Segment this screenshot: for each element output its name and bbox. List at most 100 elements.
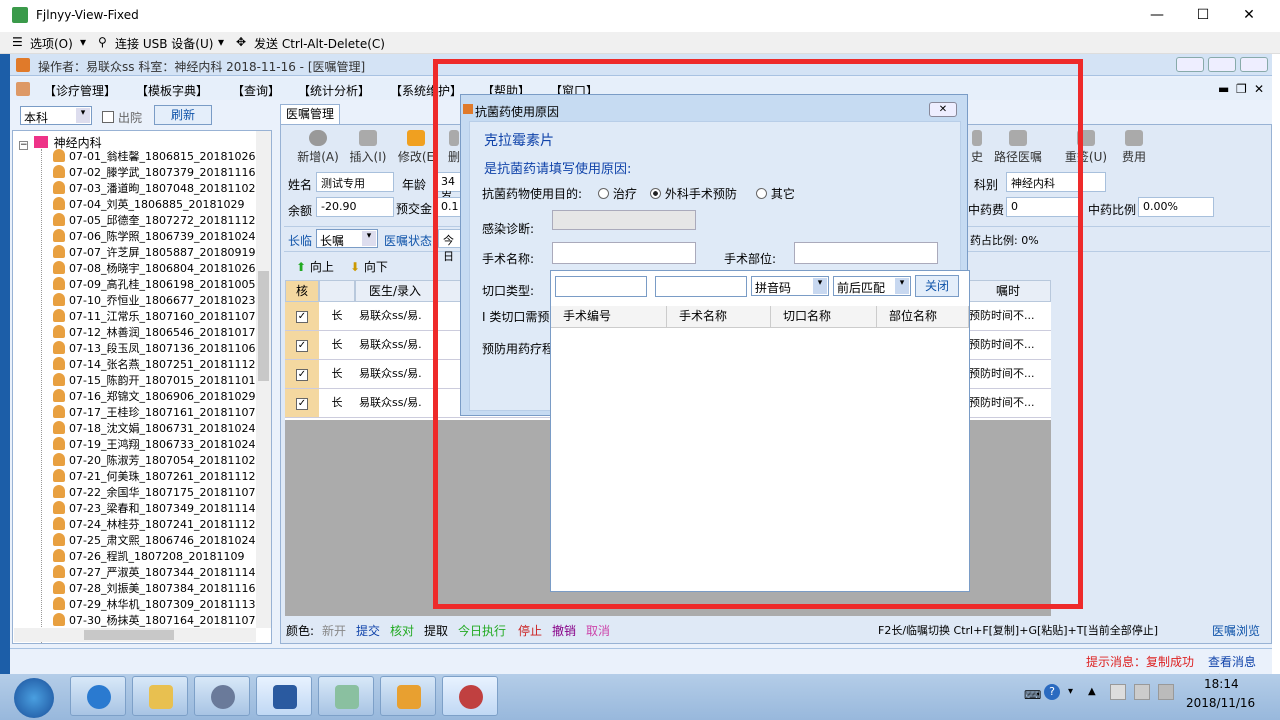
patient-item[interactable]: 07-21_何美珠_1807261_20181112 <box>53 469 255 485</box>
taskbar-his-app[interactable] <box>442 676 498 716</box>
tab-orders[interactable]: 医嘱管理 <box>280 104 340 124</box>
action-center-icon[interactable] <box>1110 684 1126 700</box>
patient-item[interactable]: 07-23_梁春和_1807349_20181114 <box>53 501 255 517</box>
row-checkbox[interactable]: ✓ <box>296 398 308 410</box>
row-checkbox[interactable]: ✓ <box>296 311 308 323</box>
keyboard-icon[interactable]: ⌨ <box>1024 688 1041 702</box>
patient-item[interactable]: 07-28_刘振美_1807384_20181116 <box>53 581 255 597</box>
insert-button[interactable]: 插入(I) <box>348 130 388 165</box>
patient-item[interactable]: 07-04_刘英_1806885_20181029 <box>53 197 244 213</box>
menubar-min-icon[interactable]: ▬ <box>1218 82 1229 96</box>
patient-item[interactable]: 07-07_许芝屏_1805887_20180919 <box>53 245 255 261</box>
taskbar-compass[interactable] <box>194 676 250 716</box>
help-icon[interactable]: ? <box>1044 684 1060 700</box>
usb-dropdown-icon[interactable]: ▾ <box>218 35 224 49</box>
menu-templates[interactable]: 【模板字典】 <box>136 82 208 99</box>
network-icon[interactable] <box>1134 684 1150 700</box>
move-up-label: 向上 <box>309 260 334 274</box>
tree-vertical-scrollbar[interactable] <box>256 131 271 628</box>
dept-combo[interactable]: 本科 ▾ <box>20 106 92 125</box>
maximize-button[interactable]: ☐ <box>1180 0 1226 30</box>
patient-item[interactable]: 07-08_杨晓宇_1806804_20181026 <box>53 261 255 277</box>
taskbar-sql-query[interactable] <box>256 676 312 716</box>
menubar-close-icon[interactable]: ✕ <box>1254 82 1264 96</box>
cad-menu[interactable]: 发送 Ctrl-Alt-Delete(C) <box>254 35 385 52</box>
balance-field[interactable]: -20.90 <box>316 197 394 217</box>
taskbar-explorer[interactable] <box>132 676 188 716</box>
modify-label: 修改(E <box>397 150 435 164</box>
options-dropdown-icon[interactable]: ▾ <box>80 35 86 49</box>
patient-item[interactable]: 07-20_陈淑芳_1807054_20181102 <box>53 453 255 469</box>
patient-item[interactable]: 07-05_邱德奎_1807272_20181112 <box>53 213 255 229</box>
clock-time[interactable]: 18:14 <box>1204 677 1239 691</box>
header-check[interactable]: 核 <box>285 280 319 302</box>
patient-item[interactable]: 07-15_陈韵开_1807015_20181101 <box>53 373 255 389</box>
patient-item[interactable]: 07-16_郑锦文_1806906_20181029 <box>53 389 255 405</box>
menu-diagnosis[interactable]: 【诊疗管理】 <box>44 82 116 99</box>
patient-item[interactable]: 07-10_乔恒业_1806677_20181023 <box>53 293 255 309</box>
taskbar-ie[interactable] <box>70 676 126 716</box>
modify-button[interactable]: 修改(E <box>396 130 436 165</box>
header-doctor[interactable]: 医生/录入 <box>355 280 435 302</box>
clock-date[interactable]: 2018/11/16 <box>1186 696 1255 710</box>
discharge-checkbox[interactable] <box>102 111 114 123</box>
row-doctor: 易联众ss/易. <box>355 331 435 360</box>
scrollbar-thumb[interactable] <box>258 271 269 381</box>
header-type[interactable] <box>319 280 355 302</box>
patient-item[interactable]: 07-17_王桂珍_1807161_20181107 <box>53 405 255 421</box>
patient-item[interactable]: 07-01_翁桂馨_1806815_20181026 <box>53 149 255 165</box>
mdi-restore-button[interactable] <box>1208 57 1236 72</box>
menubar-restore-icon[interactable]: ❐ <box>1236 82 1247 96</box>
patient-item[interactable]: 07-06_陈学照_1806739_20181024 <box>53 229 255 245</box>
refresh-button[interactable]: 刷新 <box>154 105 212 125</box>
move-up-button[interactable]: ⬆ 向上 <box>296 258 334 275</box>
mdi-min-button[interactable] <box>1176 57 1204 72</box>
tray-expand-icon[interactable]: ▲ <box>1088 686 1096 697</box>
patient-item[interactable]: 07-29_林华机_1807309_20181113 <box>53 597 255 613</box>
name-field[interactable]: 测试专用 <box>316 172 394 192</box>
orders-browse-link[interactable]: 医嘱浏览 <box>1212 622 1260 639</box>
volume-icon[interactable] <box>1158 684 1174 700</box>
menu-icon[interactable]: ☰ <box>12 35 23 49</box>
doctor-icon <box>459 685 483 709</box>
mdi-close-button[interactable] <box>1240 57 1268 72</box>
patient-item[interactable]: 07-13_段玉凤_1807136_20181106 <box>53 341 255 357</box>
patient-item[interactable]: 07-30_杨抹英_1807164_20181107 <box>53 613 255 629</box>
type-combo[interactable]: 长嘱 ▾ <box>316 229 378 248</box>
patient-item[interactable]: 07-09_高孔桂_1806198_20181005 <box>53 277 255 293</box>
collapse-icon[interactable]: − <box>19 141 28 150</box>
row-checkbox[interactable]: ✓ <box>296 369 308 381</box>
taskbar-image-viewer[interactable] <box>318 676 374 716</box>
tray-dropdown-icon[interactable]: ▾ <box>1068 686 1073 697</box>
taskbar-sql-server[interactable] <box>380 676 436 716</box>
patient-item[interactable]: 07-18_沈文娟_1806731_20181024 <box>53 421 255 437</box>
row-checkbox[interactable]: ✓ <box>296 340 308 352</box>
patient-item[interactable]: 07-11_江常乐_1807160_20181107 <box>53 309 255 325</box>
tree-horizontal-scrollbar[interactable] <box>14 628 256 642</box>
patient-item[interactable]: 07-22_余国华_1807175_20181107 <box>53 485 255 501</box>
patient-item[interactable]: 07-12_林善润_1806546_20181017 <box>53 325 255 341</box>
minimize-button[interactable]: — <box>1134 0 1180 30</box>
fee-button[interactable]: 费用 <box>1116 130 1152 165</box>
patient-item[interactable]: 07-24_林桂芬_1807241_20181112 <box>53 517 255 533</box>
start-button[interactable] <box>14 678 54 718</box>
hscrollbar-thumb[interactable] <box>84 630 174 640</box>
patient-item[interactable]: 07-19_王鸿翔_1806733_20181024 <box>53 437 255 453</box>
chevron-down-icon[interactable]: ▾ <box>362 231 376 246</box>
move-down-button[interactable]: ⬇ 向下 <box>350 258 388 275</box>
patient-item[interactable]: 07-26_程凯_1807208_20181109 <box>53 549 244 565</box>
patient-item[interactable]: 07-27_严淑英_1807344_20181114 <box>53 565 255 581</box>
patient-item[interactable]: 07-03_潘道昫_1807048_20181102 <box>53 181 255 197</box>
patient-item[interactable]: 07-14_张名燕_1807251_20181112 <box>53 357 255 373</box>
usb-menu[interactable]: 连接 USB 设备(U) <box>115 35 213 52</box>
menu-statistics[interactable]: 【统计分析】 <box>298 82 370 99</box>
close-button[interactable]: ✕ <box>1226 0 1272 30</box>
app-menu-icon[interactable] <box>16 82 30 96</box>
menu-query[interactable]: 【查询】 <box>232 82 280 99</box>
herb-ratio-field[interactable]: 0.00% <box>1138 197 1214 217</box>
patient-item[interactable]: 07-02_滕学武_1807379_20181116 <box>53 165 255 181</box>
chevron-down-icon[interactable]: ▾ <box>76 108 90 123</box>
new-button[interactable]: 新增(A) <box>296 130 340 165</box>
options-menu[interactable]: 选项(O) <box>30 35 73 52</box>
patient-item[interactable]: 07-25_肃文熙_1806746_20181024 <box>53 533 255 549</box>
